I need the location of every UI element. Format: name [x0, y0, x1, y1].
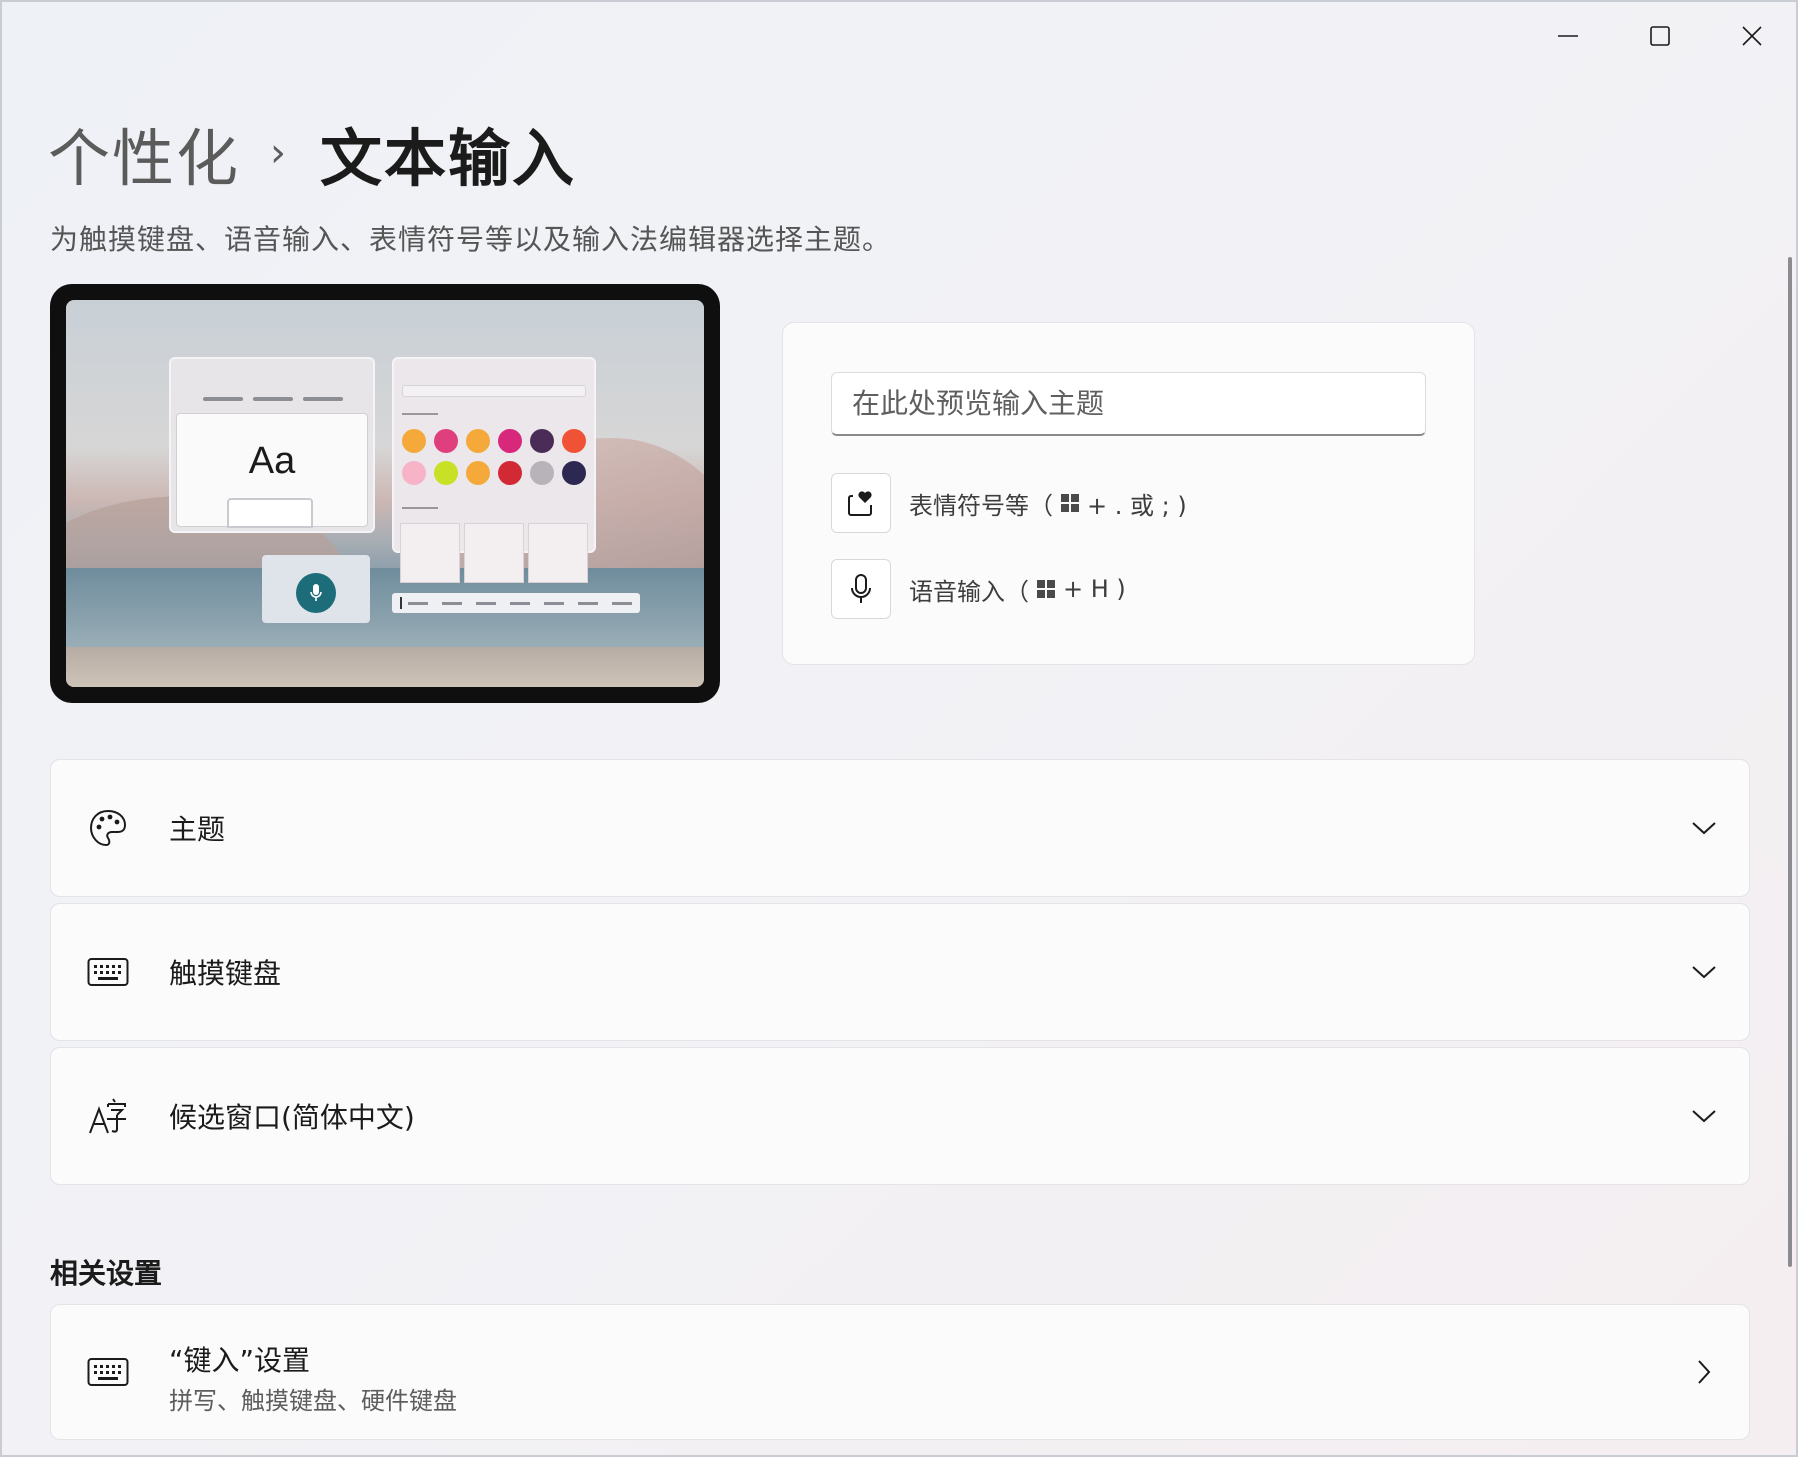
landscape-shore	[66, 647, 704, 687]
emoji-preview-search	[402, 385, 586, 397]
keyboard-icon	[87, 951, 129, 993]
typing-settings-link[interactable]: “键入”设置 拼写、触摸键盘、硬件键盘	[50, 1304, 1750, 1440]
chevron-right-icon	[1689, 1357, 1719, 1387]
emoji-shortcut-label: 表情符号等（ + . 或 ; )	[909, 486, 1187, 521]
setting-candidate-window[interactable]: 候选窗口(简体中文)	[50, 1047, 1750, 1185]
windows-key-icon	[1061, 494, 1079, 512]
setting-theme-label: 主题	[169, 813, 226, 846]
emoji-shortcut-row: 表情符号等（ + . 或 ; )	[831, 473, 1187, 533]
vertical-scrollbar[interactable]	[1788, 257, 1792, 1267]
related-settings-heading: 相关设置	[50, 1257, 163, 1290]
emoji-preview-dot	[402, 429, 426, 453]
emoji-preview-divider	[402, 507, 438, 509]
voice-shortcut-row: 语音输入（ + H )	[831, 559, 1126, 619]
voice-shortcut-text: 语音输入（	[909, 577, 1029, 606]
emoji-preview-dot	[498, 461, 522, 485]
emoji-preview-panel	[392, 357, 596, 583]
emoji-preview-dot	[562, 461, 586, 485]
emoji-preview-dot	[562, 429, 586, 453]
chevron-down-icon	[1689, 957, 1719, 987]
emoji-preview-dot	[466, 429, 490, 453]
palette-icon	[87, 807, 129, 849]
voice-preview-tile	[262, 555, 370, 623]
windows-key-icon	[1037, 580, 1055, 598]
emoji-preview-dots	[402, 429, 586, 485]
minimize-icon	[1558, 35, 1578, 37]
emoji-preview-cells	[400, 523, 588, 583]
page-description: 为触摸键盘、语音输入、表情符号等以及输入法编辑器选择主题。	[50, 223, 892, 256]
maximize-button[interactable]	[1614, 8, 1706, 64]
landscape-water	[66, 568, 704, 658]
emoji-preview-dot	[530, 429, 554, 453]
close-button[interactable]	[1706, 8, 1796, 64]
voice-shortcut-label: 语音输入（ + H )	[909, 572, 1126, 607]
tablet-screen: Aa	[66, 300, 704, 687]
setting-candidate-window-label: 候选窗口(简体中文)	[169, 1101, 415, 1134]
breadcrumb-parent[interactable]: 个性化	[48, 108, 240, 198]
keyboard-preview-spacebar	[227, 498, 313, 528]
minimize-button[interactable]	[1522, 8, 1614, 64]
voice-typing-button[interactable]	[831, 559, 891, 619]
page-title: 文本输入	[320, 122, 577, 195]
keyboard-preview-panel: Aa	[169, 357, 375, 533]
theme-preview-card: 表情符号等（ + . 或 ; ) 语音输入（ + H )	[782, 322, 1475, 665]
setting-touch-keyboard[interactable]: 触摸键盘	[50, 903, 1750, 1041]
candidate-window-icon	[87, 1095, 129, 1137]
keyboard-icon	[87, 1351, 129, 1393]
voice-preview-mic	[296, 573, 336, 613]
emoji-preview-dot	[402, 461, 426, 485]
emoji-shortcut-text: 表情符号等（	[909, 491, 1053, 520]
emoji-button[interactable]	[831, 473, 891, 533]
emoji-preview-dot	[434, 429, 458, 453]
keyboard-preview-sample: Aa	[248, 440, 296, 482]
emoji-preview-dot	[530, 461, 554, 485]
preview-input[interactable]	[831, 372, 1426, 436]
typing-settings-label: “键入”设置	[169, 1344, 311, 1377]
emoji-shortcut-keys: + . 或 ; )	[1087, 491, 1187, 520]
theme-preview-image: Aa	[50, 284, 720, 703]
emoji-panel-icon	[848, 491, 872, 516]
setting-touch-keyboard-label: 触摸键盘	[169, 957, 282, 990]
setting-theme[interactable]: 主题	[50, 759, 1750, 897]
breadcrumb: 个性化 › 文本输入	[48, 108, 576, 198]
emoji-preview-dot	[434, 461, 458, 485]
breadcrumb-separator: ›	[270, 130, 287, 176]
candidate-preview-bar	[392, 593, 640, 613]
voice-shortcut-keys: + H )	[1063, 575, 1126, 603]
settings-window: 个性化 › 文本输入 为触摸键盘、语音输入、表情符号等以及输入法编辑器选择主题。…	[0, 0, 1798, 1457]
typing-settings-description: 拼写、触摸键盘、硬件键盘	[169, 1387, 457, 1415]
maximize-icon	[1650, 26, 1670, 46]
microphone-icon	[851, 574, 871, 603]
chevron-down-icon	[1689, 813, 1719, 843]
emoji-preview-dot	[466, 461, 490, 485]
microphone-icon	[310, 584, 322, 601]
emoji-preview-dot	[498, 429, 522, 453]
chevron-down-icon	[1689, 1101, 1719, 1131]
close-icon	[1742, 26, 1762, 46]
keyboard-preview-dashes	[203, 397, 343, 401]
emoji-preview-divider	[402, 413, 438, 415]
keyboard-preview-body: Aa	[176, 413, 368, 528]
